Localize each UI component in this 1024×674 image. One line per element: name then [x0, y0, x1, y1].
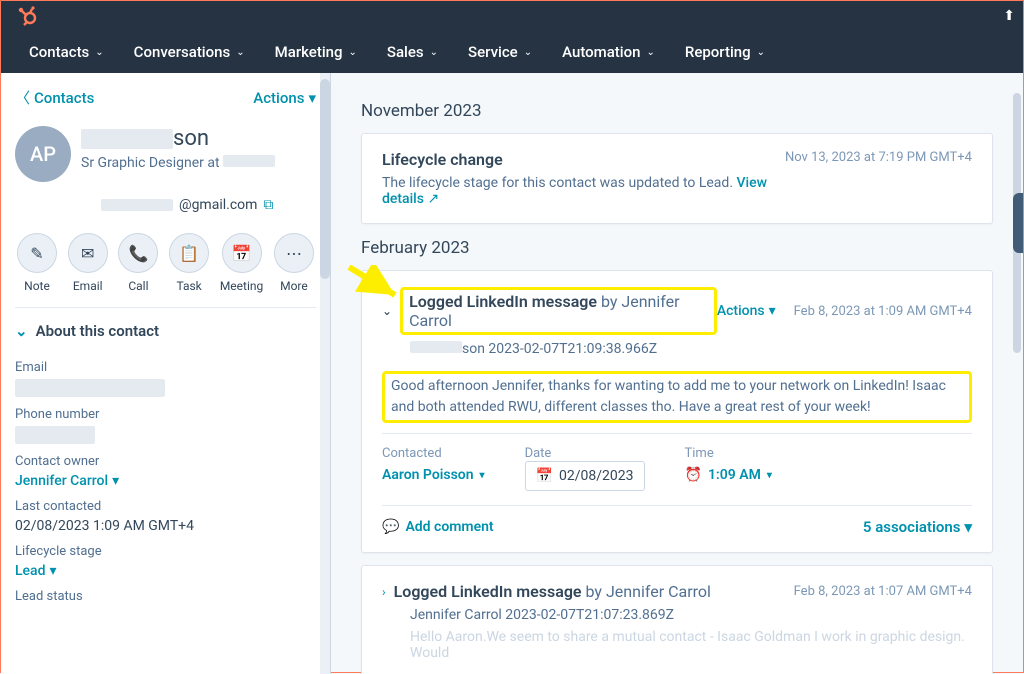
task-button[interactable]: 📋Task: [169, 233, 209, 293]
activity2-date: Feb 8, 2023 at 1:07 AM GMT+4: [794, 584, 972, 599]
contact-subtitle: Sr Graphic Designer at: [81, 155, 275, 171]
month-header-feb: February 2023: [361, 238, 993, 258]
activity-title-highlight: Logged LinkedIn message by Jennifer Carr…: [400, 287, 717, 335]
caret-down-icon: ▾: [112, 473, 119, 489]
lifecycle-body: The lifecycle stage for this contact was…: [382, 175, 785, 207]
note-button[interactable]: ✎Note: [17, 233, 57, 293]
field-label-lead-status: Lead status: [15, 589, 316, 604]
hubspot-logo-icon: [15, 4, 39, 28]
activity1-meta: son 2023-02-07T21:09:38.966Z: [410, 341, 972, 357]
contacted-label: Contacted: [382, 446, 485, 461]
email-button[interactable]: ✉Email: [68, 233, 108, 293]
more-icon: ⋯: [274, 233, 314, 273]
chevron-left-icon: 〈: [15, 87, 30, 108]
last-contacted-value: 02/08/2023 1:09 AM GMT+4: [15, 518, 316, 534]
field-label-email: Email: [15, 360, 316, 375]
expand-icon[interactable]: ›: [382, 585, 386, 599]
time-dropdown[interactable]: ⏰ 1:09 AM ▾: [685, 467, 772, 483]
comment-icon: 💬: [382, 519, 399, 535]
activity1-body-highlight: Good afternoon Jennifer, thanks for want…: [382, 371, 972, 423]
activity-card-2[interactable]: › Logged LinkedIn message by Jennifer Ca…: [361, 565, 993, 674]
activity2-title: Logged LinkedIn message: [394, 582, 582, 601]
nav-marketing[interactable]: Marketing⌄: [275, 43, 357, 61]
caret-down-icon: ▾: [50, 563, 57, 579]
call-button[interactable]: 📞Call: [118, 233, 158, 293]
contact-email: @gmail.com: [179, 197, 257, 213]
contacted-dropdown[interactable]: Aaron Poisson ▾: [382, 467, 485, 483]
email-icon: ✉: [68, 233, 108, 273]
collapse-icon[interactable]: ⌄: [382, 304, 392, 318]
lifecycle-date: Nov 13, 2023 at 7:19 PM GMT+4: [785, 150, 972, 165]
caret-down-icon: ▾: [964, 518, 972, 536]
caret-down-icon: ⌄: [430, 47, 438, 58]
task-icon: 📋: [169, 233, 209, 273]
field-label-owner: Contact owner: [15, 454, 316, 469]
about-section-toggle[interactable]: ⌄About this contact: [15, 307, 316, 350]
owner-dropdown[interactable]: Jennifer Carrol ▾: [15, 473, 316, 489]
call-icon: 📞: [118, 233, 158, 273]
caret-down-icon: ▾: [480, 470, 485, 481]
contact-actions-dropdown[interactable]: Actions▾: [253, 89, 316, 107]
caret-down-icon: ⌄: [646, 47, 654, 58]
field-label-last-contacted: Last contacted: [15, 499, 316, 514]
lifecycle-change-card[interactable]: Lifecycle change The lifecycle stage for…: [361, 133, 993, 224]
caret-down-icon: ⌄: [236, 47, 244, 58]
avatar: AP: [15, 126, 71, 182]
month-header-nov: November 2023: [361, 101, 993, 121]
side-drawer-tab[interactable]: [1013, 193, 1023, 253]
activity-card-1: ⌄ Logged LinkedIn message by Jennifer Ca…: [361, 270, 993, 553]
email-value-redacted: [15, 379, 165, 397]
contact-name: son: [81, 126, 275, 151]
nav-conversations[interactable]: Conversations⌄: [134, 43, 245, 61]
caret-down-icon: ▾: [769, 303, 776, 319]
field-label-phone: Phone number: [15, 407, 316, 422]
upgrade-icon[interactable]: ⬆: [1003, 8, 1015, 24]
activity1-title: Logged LinkedIn message: [409, 292, 597, 311]
back-to-contacts[interactable]: 〈Contacts: [15, 87, 94, 108]
associations-dropdown[interactable]: 5 associations ▾: [863, 518, 972, 536]
calendar-icon: 📅: [536, 468, 553, 484]
copy-email-icon[interactable]: ⧉: [263, 197, 273, 213]
activity1-date: Feb 8, 2023 at 1:09 AM GMT+4: [794, 304, 972, 319]
date-label: Date: [525, 446, 645, 461]
meeting-icon: 📅: [222, 233, 262, 273]
nav-sales[interactable]: Sales⌄: [387, 43, 438, 61]
nav-service[interactable]: Service⌄: [468, 43, 532, 61]
note-icon: ✎: [17, 233, 57, 273]
lifecycle-title: Lifecycle change: [382, 150, 785, 169]
add-comment-button[interactable]: 💬Add comment: [382, 519, 494, 535]
meeting-button[interactable]: 📅Meeting: [220, 233, 263, 293]
external-link-icon: ↗: [427, 191, 439, 207]
left-scrollbar-thumb[interactable]: [320, 79, 330, 279]
caret-down-icon: ▾: [308, 89, 316, 107]
clock-icon: ⏰: [685, 467, 702, 483]
caret-down-icon: ⌄: [524, 47, 532, 58]
caret-down-icon: ⌄: [757, 47, 765, 58]
activity2-by: by Jennifer Carrol: [582, 582, 711, 601]
activity2-meta: Jennifer Carrol 2023-02-07T21:07:23.869Z: [410, 607, 972, 623]
time-label: Time: [685, 446, 772, 461]
phone-value-redacted: [15, 426, 95, 444]
activity2-body: Hello Aaron.We seem to share a mutual co…: [410, 629, 972, 661]
activity-actions-dropdown[interactable]: Actions ▾: [717, 303, 776, 319]
chevron-down-icon: ⌄: [15, 322, 28, 340]
nav-reporting[interactable]: Reporting⌄: [685, 43, 765, 61]
more-button[interactable]: ⋯More: [274, 233, 314, 293]
caret-down-icon: ▾: [767, 470, 772, 481]
nav-contacts[interactable]: Contacts⌄: [29, 43, 104, 61]
date-input[interactable]: 📅02/08/2023: [525, 461, 645, 491]
caret-down-icon: ⌄: [349, 47, 357, 58]
nav-automation[interactable]: Automation⌄: [562, 43, 655, 61]
caret-down-icon: ⌄: [95, 47, 103, 58]
field-label-lifecycle: Lifecycle stage: [15, 544, 316, 559]
lifecycle-dropdown[interactable]: Lead ▾: [15, 563, 316, 579]
